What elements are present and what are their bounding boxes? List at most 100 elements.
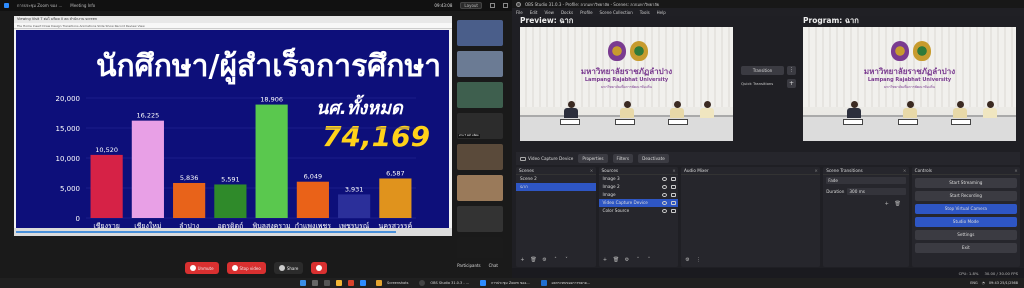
up-icon[interactable]: ˄ bbox=[552, 257, 559, 264]
eye-icon[interactable] bbox=[662, 185, 668, 189]
eye-icon[interactable] bbox=[662, 193, 668, 197]
up-icon[interactable]: ˄ bbox=[635, 257, 642, 264]
meeting-info-link[interactable]: Meeting Info bbox=[70, 3, 95, 8]
settings-button[interactable]: Settings bbox=[914, 230, 1018, 240]
properties-button[interactable]: Properties bbox=[578, 154, 608, 163]
stop-virtual-camera-button[interactable]: Stop Virtual Camera bbox=[914, 204, 1018, 214]
bar-value-label: 10,520 bbox=[95, 146, 118, 154]
lock-icon[interactable] bbox=[671, 177, 677, 181]
wifi-icon[interactable]: ◔ bbox=[982, 281, 985, 285]
source-item[interactable]: Color Source bbox=[599, 207, 679, 215]
taskbar-app-browser[interactable]: ผลกระทบของการขยาย... bbox=[534, 280, 595, 286]
start-recording-button[interactable]: Start Recording bbox=[914, 191, 1018, 201]
progress-bar[interactable] bbox=[16, 231, 396, 233]
lock-icon[interactable] bbox=[671, 209, 677, 213]
studio-mode-button[interactable]: Studio Mode bbox=[914, 217, 1018, 227]
lock-icon[interactable] bbox=[671, 185, 677, 189]
participant-strip: ท่าน T ต่อไ มหิดลRMUTK bbox=[457, 20, 505, 288]
taskbar-app-screenshots[interactable]: Screenshots bbox=[369, 280, 412, 286]
stop-video-button[interactable]: Stop video bbox=[226, 262, 266, 274]
start-streaming-button[interactable]: Start Streaming bbox=[914, 178, 1018, 188]
scene-item[interactable]: ฉาก bbox=[516, 183, 596, 191]
lock-icon[interactable] bbox=[671, 201, 677, 205]
down-icon[interactable]: ˅ bbox=[646, 257, 653, 264]
preview-canvas[interactable]: มหาวิทยาลัยราชภัฏลำปาง Lampang Rajabhat U… bbox=[520, 27, 733, 141]
add-icon[interactable]: + bbox=[519, 257, 526, 264]
close-icon[interactable]: × bbox=[812, 167, 820, 174]
duration-input[interactable]: 300 ms bbox=[847, 188, 906, 195]
exit-button[interactable]: Exit bbox=[914, 243, 1018, 253]
source-item[interactable]: Image 2 bbox=[599, 183, 679, 191]
menu-item-view[interactable]: View bbox=[544, 10, 554, 15]
share-button[interactable]: Share bbox=[273, 262, 304, 274]
minimize-icon[interactable] bbox=[490, 3, 495, 8]
trash-icon[interactable]: 🗑 bbox=[530, 257, 537, 264]
participant-video-tile[interactable] bbox=[457, 82, 503, 108]
menu-item-tools[interactable]: Tools bbox=[640, 10, 650, 15]
start-icon[interactable] bbox=[300, 280, 306, 286]
participants-button[interactable]: Participants bbox=[457, 263, 481, 268]
lock-icon[interactable] bbox=[671, 193, 677, 197]
eye-icon[interactable] bbox=[662, 201, 668, 205]
menu-item-edit[interactable]: Edit bbox=[530, 10, 538, 15]
gear-icon[interactable]: ⚙ bbox=[624, 257, 631, 264]
leave-button[interactable] bbox=[311, 262, 328, 274]
task-view-icon[interactable] bbox=[324, 280, 330, 286]
source-item[interactable]: Video Capture Device bbox=[598, 199, 679, 207]
gear-icon[interactable]: ⚙ bbox=[684, 257, 691, 264]
bar bbox=[296, 181, 329, 218]
university-name-english: Lampang Rajabhat University bbox=[584, 77, 669, 83]
zoom-icon[interactable] bbox=[360, 280, 366, 286]
chat-button[interactable]: Chat bbox=[489, 263, 498, 268]
down-icon[interactable]: ˅ bbox=[563, 257, 570, 264]
add-icon[interactable]: + bbox=[787, 79, 796, 88]
layout-button[interactable]: Layout bbox=[460, 2, 482, 9]
more-icon[interactable]: ⋮ bbox=[787, 66, 796, 75]
menu-item-docks[interactable]: Docks bbox=[561, 10, 573, 15]
transition-select[interactable]: Fade bbox=[826, 177, 906, 184]
participant-video-tile[interactable] bbox=[457, 51, 503, 77]
participant-video-tile[interactable] bbox=[457, 206, 503, 232]
menu-item-help[interactable]: Help bbox=[657, 10, 666, 15]
deactivate-button[interactable]: Deactivate bbox=[638, 154, 669, 163]
close-icon[interactable] bbox=[503, 3, 508, 8]
trash-icon[interactable]: 🗑 bbox=[894, 201, 901, 208]
participant-video-tile[interactable]: ท่าน T ต่อไ มหิดล bbox=[457, 113, 503, 139]
eye-icon[interactable] bbox=[662, 209, 668, 213]
trash-icon[interactable]: 🗑 bbox=[613, 257, 620, 264]
quick-transitions-label: Quick Transitions bbox=[741, 81, 774, 86]
y-tick-label: 5,000 bbox=[60, 185, 80, 193]
filter-icon[interactable]: ⚙ bbox=[541, 257, 548, 264]
source-item[interactable]: Image bbox=[599, 191, 679, 199]
sources-dock: Sources × Image 3 Image 2 Image Video Captur… bbox=[598, 167, 679, 267]
close-icon[interactable]: × bbox=[588, 167, 596, 174]
menu-item-profile[interactable]: Profile bbox=[580, 10, 592, 15]
add-icon[interactable]: + bbox=[883, 201, 890, 208]
eye-icon[interactable] bbox=[662, 177, 668, 181]
filters-button[interactable]: Filters bbox=[612, 154, 634, 163]
scene-item[interactable]: Scene 2 bbox=[516, 175, 596, 183]
close-icon[interactable]: × bbox=[1012, 167, 1020, 174]
meeting-timer: 09:43:08 bbox=[434, 3, 453, 8]
participant-video-tile[interactable] bbox=[457, 144, 503, 170]
presentation-controls[interactable] bbox=[14, 228, 452, 236]
participant-video-tile[interactable] bbox=[457, 175, 503, 201]
language-indicator[interactable]: ENG bbox=[970, 281, 978, 285]
taskbar-app-obs[interactable]: OBS Studio 31.0.3 - ... bbox=[412, 280, 473, 286]
more-icon[interactable]: ⋮ bbox=[695, 257, 702, 264]
close-icon[interactable]: × bbox=[901, 167, 909, 174]
transition-button[interactable]: Transition bbox=[741, 66, 784, 75]
participant-video-tile[interactable] bbox=[457, 20, 503, 46]
unmute-button[interactable]: Unmute bbox=[184, 262, 219, 274]
menu-item-scene-collection[interactable]: Scene Collection bbox=[600, 10, 633, 15]
menu-item-file[interactable]: File bbox=[516, 10, 523, 15]
add-icon[interactable]: + bbox=[602, 257, 609, 264]
close-icon[interactable]: × bbox=[670, 167, 678, 174]
chrome-icon[interactable] bbox=[348, 280, 354, 286]
file-explorer-icon[interactable] bbox=[336, 280, 342, 286]
university-seal-icon bbox=[608, 41, 626, 61]
source-item[interactable]: Image 3 bbox=[599, 175, 679, 183]
search-icon[interactable] bbox=[312, 280, 318, 286]
clock[interactable]: 09:43 25/1/2568 bbox=[989, 281, 1018, 285]
taskbar-app-zoom[interactable]: การประชุม Zoom ของ... bbox=[473, 280, 534, 286]
